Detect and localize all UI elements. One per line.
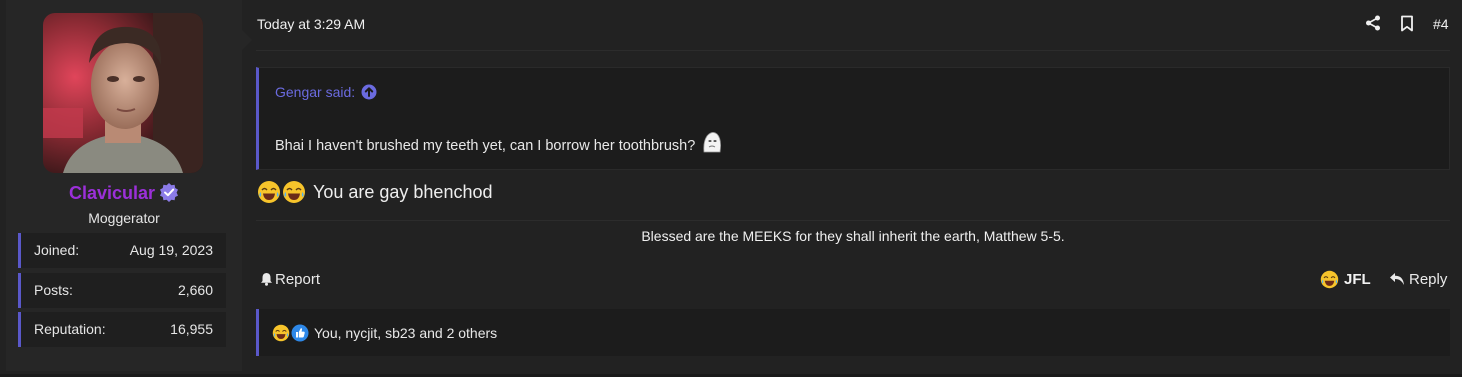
react-label: JFL (1344, 271, 1371, 288)
divider (256, 50, 1450, 51)
react-button[interactable]: JFL (1320, 270, 1371, 289)
laughing-emoji-icon (1320, 270, 1339, 289)
laughing-emoji-icon (272, 324, 290, 342)
bookmark-icon[interactable] (1398, 14, 1416, 32)
report-label: Report (275, 270, 321, 288)
stat-value: Aug 19, 2023 (129, 242, 213, 258)
stat-value: 16,955 (170, 321, 213, 337)
stat-value: 2,660 (177, 282, 213, 298)
post-message: You are gay bhenchod (257, 180, 493, 204)
username-line: Clavicular (6, 182, 242, 207)
thumbs-up-icon (291, 324, 309, 342)
reply-label: Reply (1409, 270, 1448, 288)
message-text: You are gay bhenchod (313, 181, 493, 202)
stat-label: Joined: (34, 242, 80, 258)
quote-text: Bhai I haven't brushed my teeth yet, can… (275, 138, 696, 154)
signature-divider (256, 220, 1450, 221)
avatar[interactable] (43, 13, 203, 173)
stat-joined: Joined: Aug 19, 2023 (18, 233, 226, 268)
stat-posts[interactable]: Posts: 2,660 (18, 273, 226, 308)
signature: Blessed are the MEEKS for they shall inh… (641, 228, 1065, 244)
report-button[interactable]: Report (259, 270, 320, 288)
user-title: Moggerator (88, 210, 160, 226)
quote-text-line: Bhai I haven't brushed my teeth yet, can… (275, 130, 723, 158)
post-container: Clavicular Moggerator Joined: Aug 19, 20… (0, 0, 1462, 374)
verified-badge-icon (159, 182, 179, 207)
stat-label: Posts: (34, 282, 73, 298)
quote-author[interactable]: Gengar said: (275, 84, 355, 100)
reactions-summary[interactable]: You, nycjit, sb23 and 2 others (272, 324, 497, 342)
bell-icon (259, 270, 273, 288)
reply-icon (1389, 270, 1405, 288)
quote-block: Gengar said: Bhai I haven't brushed my t… (256, 67, 1450, 170)
share-icon[interactable] (1364, 14, 1382, 32)
post-timestamp[interactable]: Today at 3:29 AM (257, 16, 365, 32)
laughing-emoji-icon (282, 180, 306, 204)
wojak-emoji-icon (701, 130, 723, 158)
user-sidebar-pointer (242, 30, 252, 50)
quote-attribution[interactable]: Gengar said: (275, 84, 377, 103)
reply-button[interactable]: Reply (1389, 270, 1447, 288)
laughing-emoji-icon (257, 180, 281, 204)
stat-reputation: Reputation: 16,955 (18, 312, 226, 347)
arrow-up-circle-icon[interactable] (361, 84, 377, 103)
post-number-link[interactable]: #4 (1433, 16, 1449, 32)
stat-label: Reputation: (34, 321, 106, 337)
reactions-bar: You, nycjit, sb23 and 2 others (256, 309, 1450, 356)
username[interactable]: Clavicular (69, 183, 155, 203)
reactions-text: You, nycjit, sb23 and 2 others (314, 325, 498, 341)
